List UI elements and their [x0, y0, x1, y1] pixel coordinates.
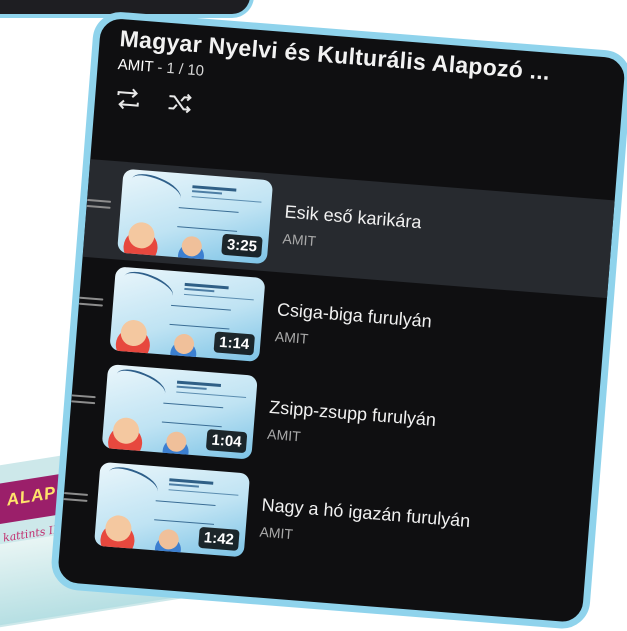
- video-info: Zsipp-zsupp furulyán AMIT: [267, 396, 437, 454]
- video-info: Csiga-biga furulyán AMIT: [274, 299, 432, 356]
- drag-handle-icon[interactable]: [78, 296, 104, 311]
- thumbnail-script: [120, 266, 177, 307]
- thumbnail-child-figure: [119, 319, 148, 348]
- thumbnail-header: [168, 475, 240, 496]
- playlist-channel[interactable]: AMIT: [117, 56, 154, 76]
- thumbnail-child-figure: [127, 221, 156, 250]
- thumbnail-child-figure: [112, 416, 141, 445]
- duration-badge: 1:14: [213, 331, 256, 356]
- thumbnail-staff: [161, 402, 224, 428]
- thumbnail-child-figure: [181, 235, 203, 258]
- playlist-panel: Magyar Nyelvi és Kulturális Alapozó ... …: [49, 10, 627, 631]
- video-thumbnail[interactable]: 1:42: [93, 461, 251, 558]
- thumbnail-header: [176, 377, 248, 399]
- shuffle-icon[interactable]: [166, 91, 194, 115]
- thumbnail-child-figure: [104, 514, 133, 543]
- video-channel[interactable]: AMIT: [267, 425, 435, 454]
- playlist-items: 3:25 Esik eső karikára AMIT 1:14 Csiga-b…: [60, 159, 627, 592]
- video-info: Nagy a hó igazán furulyán AMIT: [259, 494, 471, 555]
- thumbnail-child-figure: [165, 430, 188, 453]
- drag-handle-icon[interactable]: [71, 394, 96, 408]
- video-title[interactable]: Esik eső karikára: [284, 201, 422, 233]
- video-title[interactable]: Csiga-biga furulyán: [276, 299, 432, 332]
- thumbnail-staff: [169, 304, 231, 330]
- playlist-position: - 1 / 10: [152, 58, 205, 80]
- thumbnail-child-figure: [157, 528, 180, 551]
- video-thumbnail[interactable]: 1:14: [109, 266, 266, 362]
- drag-handle-icon[interactable]: [86, 198, 112, 213]
- video-channel[interactable]: AMIT: [282, 230, 420, 257]
- video-title[interactable]: Zsipp-zsupp furulyán: [269, 396, 437, 430]
- duration-badge: 1:42: [198, 526, 240, 551]
- thumbnail-script: [104, 461, 162, 502]
- thumbnail-script: [112, 364, 170, 404]
- playlist-header: Magyar Nyelvi és Kulturális Alapozó ... …: [114, 25, 627, 150]
- video-thumbnail[interactable]: 1:04: [101, 364, 258, 460]
- thumbnail-staff: [154, 500, 216, 525]
- video-channel[interactable]: AMIT: [274, 328, 430, 356]
- duration-badge: 1:04: [205, 429, 248, 454]
- thumbnail-staff: [177, 207, 239, 232]
- video-thumbnail[interactable]: 3:25: [117, 168, 274, 265]
- thumbnail-script: [127, 168, 185, 209]
- drag-handle-icon[interactable]: [63, 492, 89, 506]
- video-info: Esik eső karikára AMIT: [282, 201, 422, 257]
- duration-badge: 3:25: [221, 233, 263, 258]
- thumbnail-header: [191, 182, 263, 203]
- thumbnail-header: [183, 279, 255, 301]
- thumbnail-child-figure: [173, 333, 195, 355]
- loop-icon[interactable]: [114, 87, 142, 111]
